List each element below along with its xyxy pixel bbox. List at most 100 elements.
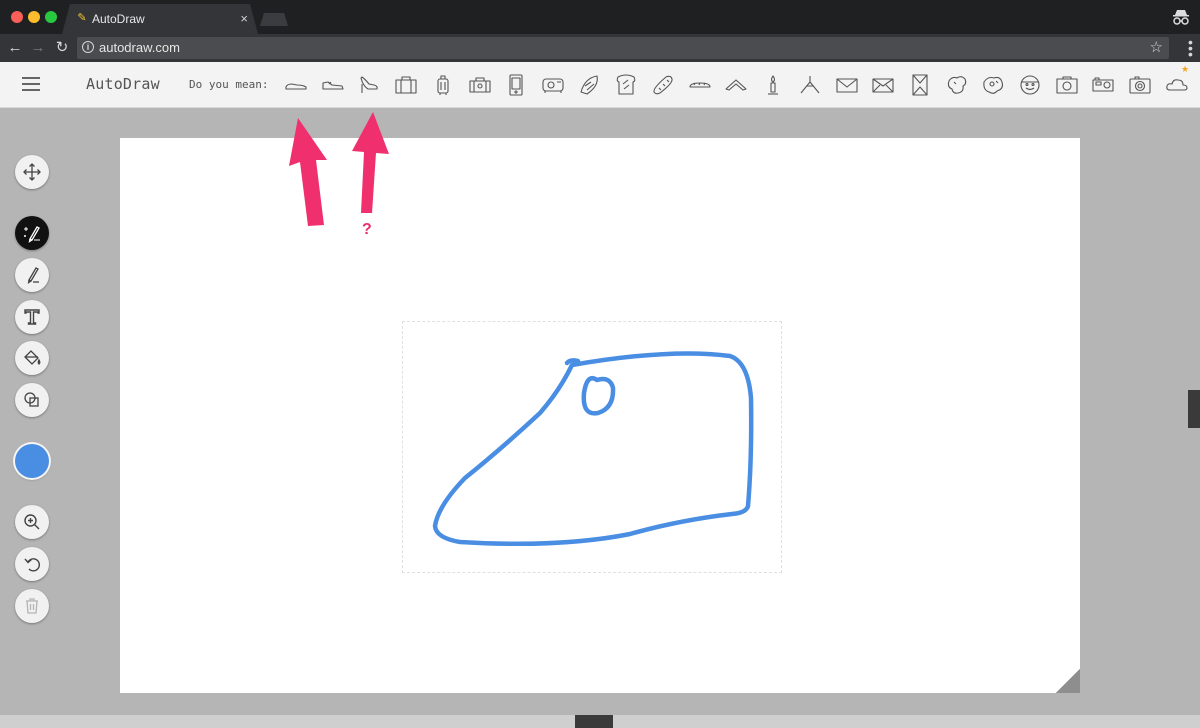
browser-titlebar: ✎ AutoDraw × <box>0 0 1200 34</box>
phone-icon <box>509 74 523 96</box>
pencil-icon <box>27 267 39 284</box>
info-icon[interactable]: i <box>82 41 94 53</box>
tab-close-icon[interactable]: × <box>240 11 248 26</box>
suggestion-box[interactable] <box>907 72 933 98</box>
bookmark-star-icon[interactable]: ☆ <box>1150 38 1163 56</box>
boomerang-icon <box>725 79 747 91</box>
camera-3-icon <box>1129 76 1151 94</box>
toast-icon <box>616 74 636 95</box>
app-header: AutoDraw Do you mean: ★ <box>0 62 1200 108</box>
face-icon <box>1020 75 1040 95</box>
shape-tool-button[interactable] <box>15 383 49 417</box>
suggestion-envelope[interactable] <box>834 72 860 98</box>
type-tool-button[interactable] <box>15 300 49 334</box>
hanger-icon <box>800 76 820 94</box>
sneaker-icon <box>322 81 344 90</box>
browser-menu-icon[interactable]: • • • <box>1188 35 1193 61</box>
envelope-2-icon <box>872 78 894 93</box>
map-icon <box>947 76 966 94</box>
browser-toolbar: ← → ↻ i autodraw.com ☆ • • • <box>0 34 1200 62</box>
suggestion-boomerang[interactable] <box>723 72 749 98</box>
zoom-tool-button[interactable] <box>15 505 49 539</box>
suggestion-suitcase[interactable] <box>430 72 456 98</box>
user-sketch <box>432 351 754 547</box>
baguette-icon <box>689 82 711 88</box>
sketch-outline-stroke <box>432 351 754 547</box>
autodraw-favicon-icon: ✎ <box>77 12 87 24</box>
close-window-button[interactable] <box>11 11 23 23</box>
suggestion-world-map[interactable] <box>980 72 1006 98</box>
canvas-resize-handle[interactable] <box>1056 669 1080 693</box>
sketch-swirl-stroke <box>564 358 616 416</box>
suggestions-label: Do you mean: <box>189 78 269 91</box>
browser-tab[interactable]: ✎ AutoDraw × <box>62 4 258 34</box>
maximize-window-button[interactable] <box>45 11 57 23</box>
drawing-canvas[interactable] <box>120 138 1080 693</box>
forward-arrow-icon[interactable]: → <box>29 39 47 57</box>
new-tab-button[interactable] <box>260 13 288 26</box>
annotation-question-mark: ? <box>362 221 372 238</box>
autodraw-tool-button[interactable] <box>15 216 49 250</box>
world-map-icon <box>983 76 1004 94</box>
envelope-icon <box>835 78 858 93</box>
move-tool-button[interactable] <box>15 155 49 189</box>
suggestion-bread[interactable] <box>650 72 676 98</box>
suggestion-candle[interactable] <box>760 72 786 98</box>
suggestion-camera-van[interactable] <box>540 72 566 98</box>
text-icon <box>24 309 40 325</box>
suggestion-luggage[interactable] <box>467 72 493 98</box>
draw-tool-button[interactable] <box>15 258 49 292</box>
suggestion-envelope-2[interactable] <box>870 72 896 98</box>
camera-icon <box>1056 76 1078 94</box>
autodraw-icon <box>24 226 40 243</box>
suggestion-camera[interactable] <box>1054 72 1080 98</box>
delete-tool-button[interactable] <box>15 589 49 623</box>
shapes-icon <box>24 392 39 407</box>
suggestion-phone[interactable] <box>503 72 529 98</box>
luggage-icon <box>468 77 491 93</box>
suggestion-shoe-flat[interactable] <box>283 72 309 98</box>
suitcase-icon <box>437 75 449 95</box>
app-title: AutoDraw <box>86 75 160 93</box>
move-icon <box>23 163 41 181</box>
zoom-icon <box>24 514 40 530</box>
camera-van-icon <box>542 78 564 93</box>
camera-2-icon <box>1092 77 1114 92</box>
suggestion-face[interactable] <box>1017 72 1043 98</box>
suggestion-hanger[interactable] <box>797 72 823 98</box>
bread-icon <box>653 75 673 95</box>
vertical-scrollbar-thumb[interactable] <box>1188 390 1200 428</box>
suggestion-high-heel[interactable] <box>356 72 382 98</box>
tab-title: AutoDraw <box>92 12 145 26</box>
cloud-icon <box>1166 79 1188 91</box>
trash-icon <box>26 598 38 614</box>
suggestion-sneaker[interactable] <box>320 72 346 98</box>
suggestion-briefcase[interactable] <box>393 72 419 98</box>
reload-icon[interactable]: ↻ <box>53 39 71 57</box>
suggestion-toast[interactable] <box>613 72 639 98</box>
suggestion-baguette[interactable] <box>687 72 713 98</box>
undo-icon <box>24 558 40 572</box>
tropical-fish-icon <box>580 75 598 95</box>
horizontal-scrollbar-thumb[interactable] <box>575 715 613 728</box>
shoe-flat-icon <box>285 83 307 90</box>
fill-tool-button[interactable] <box>15 341 49 375</box>
candle-icon <box>768 75 779 95</box>
high-heel-icon <box>360 76 379 93</box>
address-bar[interactable]: i autodraw.com ☆ <box>77 37 1169 59</box>
suggestion-camera-3[interactable] <box>1127 72 1153 98</box>
undo-tool-button[interactable] <box>15 547 49 581</box>
suggestion-camera-2[interactable] <box>1090 72 1116 98</box>
incognito-icon <box>1173 10 1189 25</box>
hamburger-menu-icon[interactable] <box>22 77 40 91</box>
briefcase-icon <box>395 76 417 94</box>
color-picker-button[interactable] <box>15 444 49 478</box>
paint-bucket-icon <box>24 350 41 365</box>
suggestion-tropical-fish[interactable] <box>577 72 603 98</box>
url-text[interactable]: autodraw.com <box>99 40 180 55</box>
back-arrow-icon[interactable]: ← <box>6 39 24 57</box>
minimize-window-button[interactable] <box>28 11 40 23</box>
box-icon <box>912 74 928 96</box>
suggestion-cloud[interactable] <box>1164 72 1190 98</box>
suggestion-map[interactable] <box>944 72 970 98</box>
